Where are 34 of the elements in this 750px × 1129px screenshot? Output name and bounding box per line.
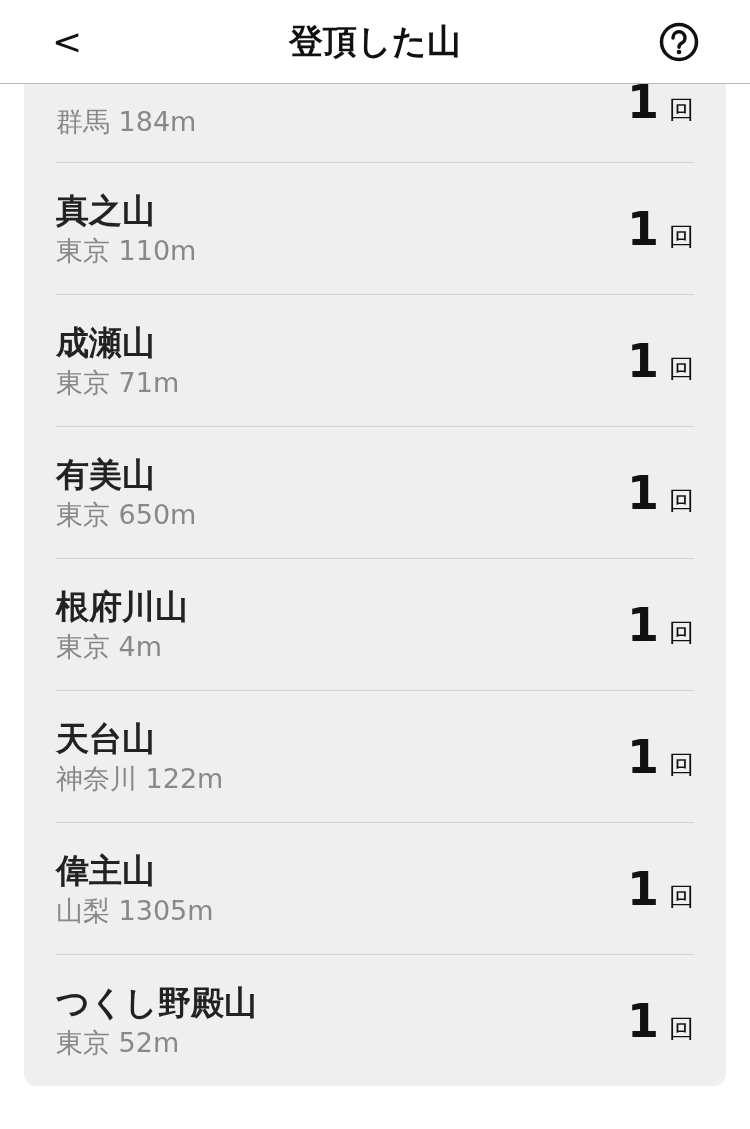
mountain-detail: 東京 650m	[56, 497, 197, 532]
mountain-name: 成瀬山	[56, 321, 156, 364]
mountain-detail: 東京 52m	[56, 1025, 181, 1060]
climb-count: 1	[627, 333, 659, 388]
mountain-detail: 東京 4m	[56, 629, 164, 664]
mountain-detail: 東京 71m	[56, 365, 180, 400]
climb-count: 1	[627, 861, 659, 916]
climb-count: 1	[627, 75, 659, 129]
count-unit: 回	[669, 484, 694, 517]
mountain-name: つくし野殿山	[56, 981, 257, 1024]
mountain-detail: 神奈川 122m	[56, 761, 224, 796]
mountain-detail: 山梨 1305m	[56, 893, 214, 928]
mountain-name: 天台山	[56, 717, 156, 760]
mountain-detail: 東京 110m	[56, 233, 197, 268]
screen-title: 登頂した山	[288, 19, 461, 63]
climb-count: 1	[627, 993, 659, 1048]
mountain-name: 根府川山	[56, 585, 188, 628]
count-unit: 回	[669, 616, 694, 649]
back-button[interactable]: <	[44, 21, 91, 62]
count-unit: 回	[669, 94, 694, 126]
mountain-name: 有美山	[56, 453, 156, 496]
count-unit: 回	[669, 880, 694, 913]
climb-count: 1	[627, 729, 659, 784]
mountain-name: 偉主山	[56, 849, 156, 892]
climb-count: 1	[627, 465, 659, 520]
count-unit: 回	[669, 220, 694, 253]
mountain-name: 真之山	[56, 189, 156, 232]
count-unit: 回	[669, 1012, 694, 1045]
climb-count: 1	[627, 597, 659, 652]
count-unit: 回	[669, 748, 694, 781]
count-unit: 回	[669, 352, 694, 385]
climb-count: 1	[627, 201, 659, 256]
mountain-detail: 群馬 184m	[56, 105, 197, 139]
help-icon[interactable]	[659, 21, 699, 62]
